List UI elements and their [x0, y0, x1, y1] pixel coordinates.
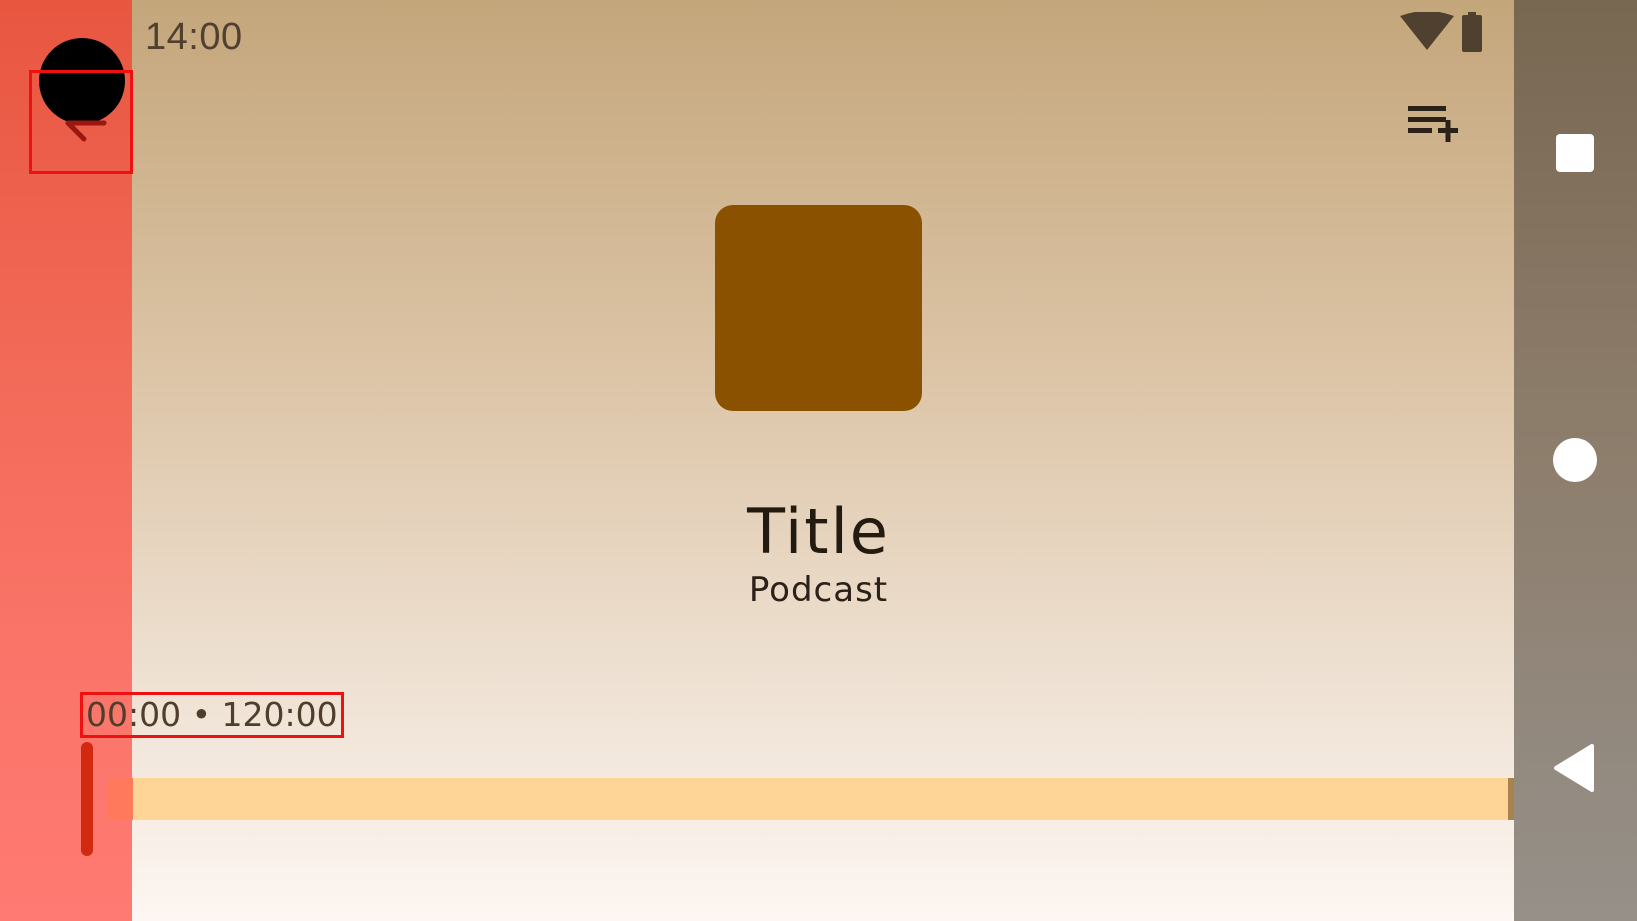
back-icon[interactable]: [1552, 744, 1596, 792]
add-to-queue-button[interactable]: [1400, 100, 1464, 150]
back-arrow-icon: [65, 120, 107, 142]
recents-icon[interactable]: [1556, 134, 1594, 172]
progress-track[interactable]: [107, 778, 1549, 820]
back-button[interactable]: [29, 70, 133, 174]
status-bar-time: 14:00: [145, 16, 243, 58]
seek-handle[interactable]: [81, 742, 93, 856]
podcast-player-screen: 14:00 Title Podcast 00:00 • 120:00: [0, 0, 1637, 921]
episode-title: Title: [747, 495, 890, 568]
status-bar-icons: [1400, 12, 1482, 52]
progress-fill: [107, 778, 133, 820]
podcast-name: Podcast: [748, 570, 889, 610]
battery-icon: [1462, 12, 1482, 52]
playback-time-label: 00:00 • 120:00: [80, 692, 344, 738]
wifi-icon: [1400, 12, 1454, 50]
episode-artwork: [715, 205, 922, 411]
playlist-add-icon: [1408, 106, 1458, 142]
home-icon[interactable]: [1553, 438, 1597, 482]
